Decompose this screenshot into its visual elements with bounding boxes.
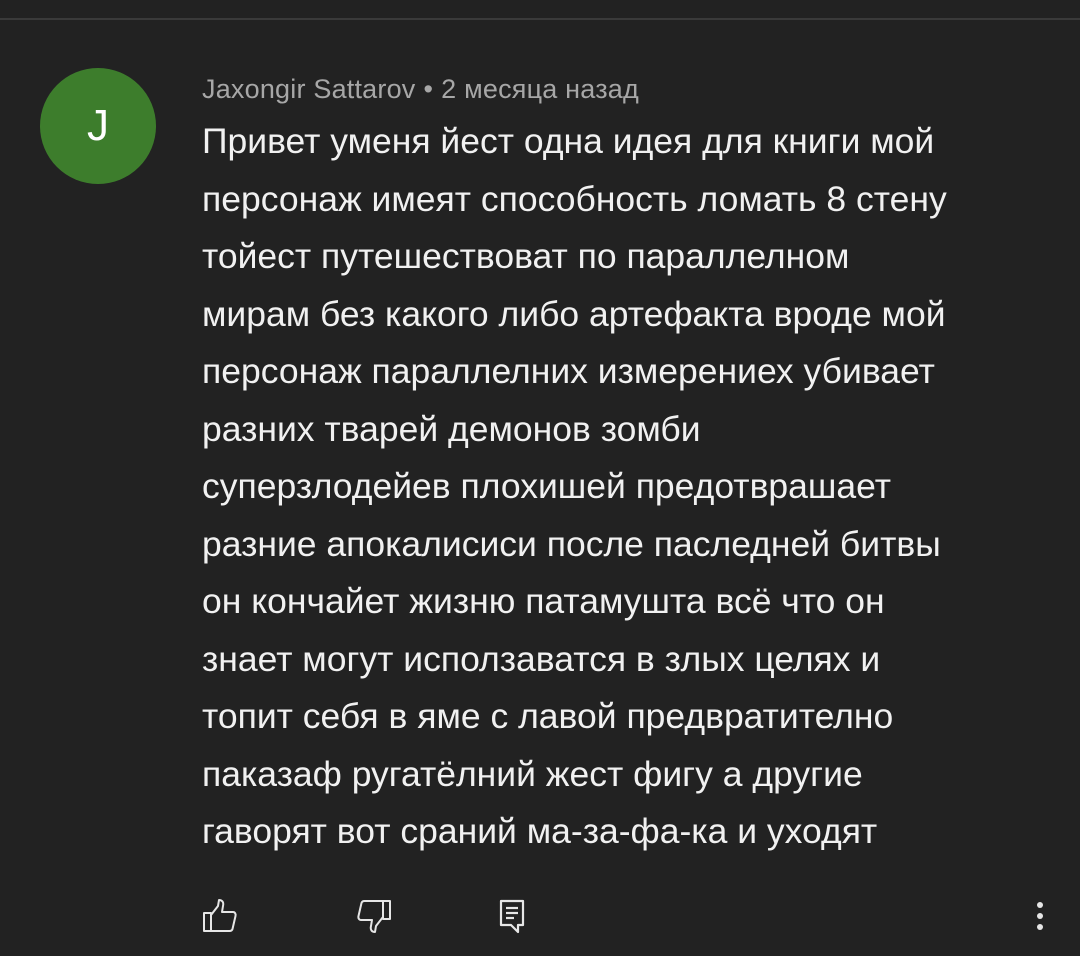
comment-line: гаворят вот сраний ма-за-фа-ка и уходят: [202, 811, 878, 851]
dislike-button[interactable]: [346, 888, 402, 944]
thumb-up-icon: [203, 899, 237, 932]
comment-line: разних тварей демонов зомби: [202, 408, 701, 449]
comment-line: топит себя в яме с лавой предвратително: [202, 696, 894, 736]
comment-line: суперзлодейев плохишей предотврашает: [202, 466, 891, 506]
more-options-button[interactable]: [1004, 888, 1060, 944]
comment-line: мирам без какого либо артефакта вроде мо…: [202, 293, 946, 334]
comment-line: персонаж параллелних измерениех убивает: [202, 351, 935, 391]
comment-meta: Jaxongir Sattarov • 2 месяца назад: [202, 74, 639, 105]
comment-line: знает могут исползаватся в злых целях и: [202, 638, 881, 679]
comment-text: Привет уменя йест одна идея для книги мо…: [202, 113, 1062, 861]
thumb-down-icon: [357, 900, 391, 933]
comment-line: тойест путешествоват по параллелном: [202, 236, 850, 276]
meta-separator: •: [423, 74, 434, 104]
reply-comment-icon: [499, 899, 525, 934]
comment-line: разние апокалисиси после паследней битвы: [202, 523, 941, 564]
comment-line: он кончайет жизню патамушта всё что он: [202, 581, 885, 621]
comment-line: паказаф ругатёлний жест фигу а другие: [202, 753, 863, 794]
comment-line: персонаж имеят способность ломать 8 стен…: [202, 178, 947, 219]
avatar[interactable]: J: [40, 68, 156, 184]
comment-timestamp[interactable]: 2 месяца назад: [441, 74, 639, 104]
like-button[interactable]: [192, 888, 248, 944]
comment-screen: J Jaxongir Sattarov • 2 месяца назад Приве…: [0, 0, 1080, 956]
comment-line: Привет уменя йест одна идея для книги мо…: [202, 121, 935, 161]
more-vertical-icon: [1037, 902, 1043, 930]
reply-button[interactable]: [484, 888, 540, 944]
top-divider: [0, 18, 1080, 20]
comment-actions: [0, 888, 1080, 944]
author-name[interactable]: Jaxongir Sattarov: [202, 74, 416, 104]
avatar-letter: J: [87, 101, 109, 150]
